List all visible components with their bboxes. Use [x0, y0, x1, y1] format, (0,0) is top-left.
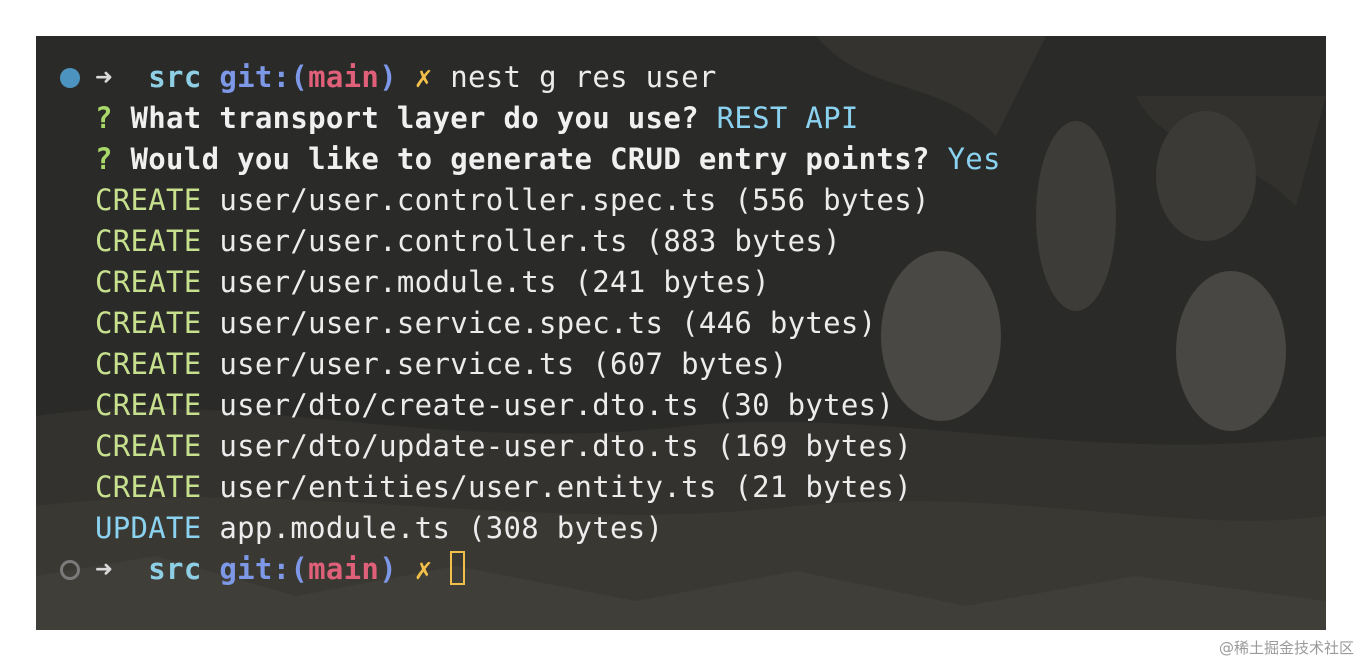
file-path: user/user.controller.ts (883 bytes)	[219, 224, 841, 258]
file-path: user/dto/create-user.dto.ts (30 bytes)	[219, 388, 895, 422]
file-action: CREATE	[95, 429, 202, 463]
question-answer: Yes	[947, 142, 1001, 176]
file-action: CREATE	[95, 183, 202, 217]
file-output-line: CREATE user/user.controller.ts (883 byte…	[36, 221, 1326, 262]
git-label-close: )	[379, 552, 397, 586]
file-action: CREATE	[95, 388, 202, 422]
file-output-line: CREATE user/entities/user.entity.ts (21 …	[36, 467, 1326, 508]
question-answer: REST API	[716, 101, 859, 135]
arrow-icon: ➜	[95, 552, 113, 586]
file-action: CREATE	[95, 347, 202, 381]
question-text: What transport layer do you use?	[130, 101, 699, 135]
file-output-line: CREATE user/user.service.ts (607 bytes)	[36, 344, 1326, 385]
git-label: git:(	[219, 60, 309, 94]
file-output-line: CREATE user/dto/create-user.dto.ts (30 b…	[36, 385, 1326, 426]
file-path: user/user.service.ts (607 bytes)	[219, 347, 788, 381]
file-output-line: CREATE user/user.service.spec.ts (446 by…	[36, 303, 1326, 344]
arrow-icon: ➜	[95, 60, 113, 94]
question-mark: ?	[95, 101, 113, 135]
file-action: UPDATE	[95, 511, 202, 545]
file-action: CREATE	[95, 470, 202, 504]
file-action: CREATE	[95, 224, 202, 258]
file-path: app.module.ts (308 bytes)	[219, 511, 664, 545]
file-output-line: UPDATE app.module.ts (308 bytes)	[36, 508, 1326, 549]
file-path: user/user.module.ts (241 bytes)	[219, 265, 770, 299]
git-branch: main	[308, 552, 380, 586]
question-line: ? Would you like to generate CRUD entry …	[36, 139, 1326, 180]
file-path: user/entities/user.entity.ts (21 bytes)	[219, 470, 912, 504]
file-output-line: CREATE user/user.module.ts (241 bytes)	[36, 262, 1326, 303]
git-branch: main	[308, 60, 380, 94]
cursor-icon[interactable]	[450, 551, 466, 585]
git-label: git:(	[219, 552, 309, 586]
file-action: CREATE	[95, 306, 202, 340]
terminal-window[interactable]: ➜ src git:(main) ✗ nest g res user ? Wha…	[36, 36, 1326, 630]
file-output-line: CREATE user/dto/update-user.dto.ts (169 …	[36, 426, 1326, 467]
question-line: ? What transport layer do you use? REST …	[36, 98, 1326, 139]
git-label-close: )	[379, 60, 397, 94]
question-text: Would you like to generate CRUD entry po…	[130, 142, 930, 176]
status-dot-idle-icon	[60, 560, 80, 580]
question-mark: ?	[95, 142, 113, 176]
prompt-line: ➜ src git:(main) ✗ nest g res user	[36, 57, 1326, 98]
watermark: @稀土掘金技术社区	[1218, 639, 1354, 657]
file-path: user/dto/update-user.dto.ts (169 bytes)	[219, 429, 912, 463]
file-path: user/user.controller.spec.ts (556 bytes)	[219, 183, 930, 217]
status-dot-active-icon	[60, 68, 80, 88]
file-output-line: CREATE user/user.controller.spec.ts (556…	[36, 180, 1326, 221]
current-directory: src	[148, 60, 202, 94]
prompt-line-input[interactable]: ➜ src git:(main) ✗	[36, 549, 1326, 590]
dirty-mark: ✗	[414, 60, 433, 94]
file-action: CREATE	[95, 265, 202, 299]
current-directory: src	[148, 552, 202, 586]
file-path: user/user.service.spec.ts (446 bytes)	[219, 306, 877, 340]
dirty-mark: ✗	[414, 552, 433, 586]
command-text: nest g res user	[450, 60, 717, 94]
